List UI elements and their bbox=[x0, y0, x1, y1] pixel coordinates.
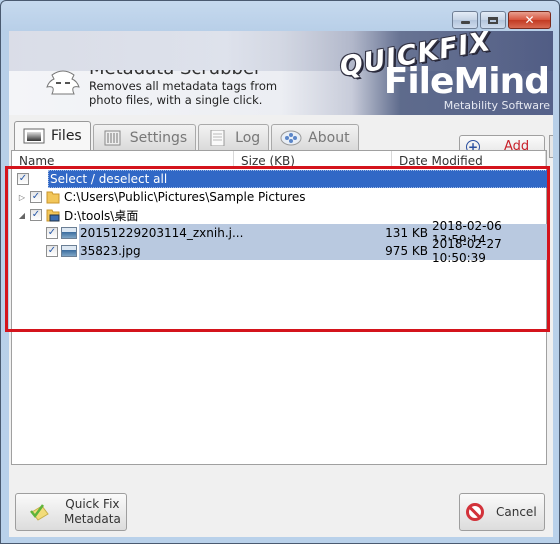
file-name: 20151229203114_zxnih.j... bbox=[80, 226, 244, 240]
folder-icon bbox=[46, 191, 60, 204]
spy-icon bbox=[46, 70, 80, 95]
files-icon bbox=[23, 128, 45, 144]
image-file-icon bbox=[61, 227, 77, 239]
tab-files[interactable]: Files bbox=[14, 121, 91, 150]
close-button[interactable]: ✕ bbox=[508, 11, 551, 29]
cancel-icon bbox=[466, 503, 484, 521]
file-date: 2018-02-27 10:50:39 bbox=[432, 237, 502, 265]
file-size: 975 KB bbox=[385, 244, 428, 258]
about-icon bbox=[280, 130, 302, 145]
file-size: 131 KB bbox=[385, 226, 428, 240]
window-controls: ✕ bbox=[452, 11, 551, 29]
select-all-label: Select / deselect all bbox=[50, 172, 168, 186]
header-banner: Metadata Scrubber Removes all metadata t… bbox=[9, 31, 553, 115]
folder-path: C:\Users\Public\Pictures\Sample Pictures bbox=[64, 190, 306, 204]
collapse-icon[interactable]: ◢ bbox=[18, 211, 26, 220]
folder-row[interactable]: ▷ ✓ C:\Users\Public\Pictures\Sample Pict… bbox=[18, 188, 306, 206]
tab-log[interactable]: Log bbox=[198, 124, 270, 150]
app-window: ✕ Metadata Scrubber Removes all metadata… bbox=[0, 0, 560, 544]
file-row[interactable]: ✓ 35823.jpg 975 KB 2018-02-27 10:50:39 bbox=[46, 237, 546, 265]
close-icon: ✕ bbox=[524, 13, 535, 27]
cancel-label: Cancel bbox=[496, 505, 537, 519]
tab-log-label: Log bbox=[235, 129, 261, 146]
folder-row[interactable]: ◢ ✓ D:\tools\桌面 bbox=[18, 206, 138, 224]
column-size[interactable]: Size (KB) bbox=[234, 151, 392, 169]
cancel-button[interactable]: Cancel bbox=[459, 493, 545, 531]
secondary-toolbar-button[interactable] bbox=[549, 135, 553, 158]
settings-icon bbox=[104, 130, 121, 145]
tab-about-label: About bbox=[308, 129, 350, 146]
brand-logo-filemind: FileMind bbox=[383, 61, 550, 102]
quick-fix-metadata-button[interactable]: Quick Fix Metadata bbox=[15, 493, 127, 531]
quick-fix-label-line2: Metadata bbox=[64, 512, 121, 526]
select-all-checkbox[interactable]: ✓ bbox=[17, 173, 29, 185]
tab-about[interactable]: About bbox=[271, 124, 359, 150]
maximize-icon bbox=[488, 16, 498, 24]
tab-bar: Files Settings Log About bbox=[14, 120, 361, 150]
main-content: Files Settings Log About + Add Name Size… bbox=[9, 115, 553, 537]
quick-fix-label-line1: Quick Fix bbox=[65, 497, 120, 511]
tab-settings-label: Settings bbox=[129, 129, 188, 146]
file-list-panel: Name Size (KB) Date Modified ✓ Select / … bbox=[11, 150, 548, 465]
tab-settings[interactable]: Settings bbox=[92, 124, 197, 150]
file-name: 35823.jpg bbox=[80, 244, 141, 258]
file-checkbox[interactable]: ✓ bbox=[46, 245, 58, 257]
maximize-button[interactable] bbox=[480, 11, 506, 29]
column-date-modified[interactable]: Date Modified bbox=[392, 151, 546, 169]
folder-path: D:\tools\桌面 bbox=[64, 208, 139, 223]
app-description: Removes all metadata tags from photo fil… bbox=[89, 79, 278, 107]
folder-checkbox[interactable]: ✓ bbox=[30, 191, 42, 203]
minimize-button[interactable] bbox=[452, 11, 478, 29]
column-header: Name Size (KB) Date Modified bbox=[12, 151, 546, 169]
folder-checkbox[interactable]: ✓ bbox=[30, 209, 42, 221]
brand-company: Metability Software bbox=[443, 99, 550, 112]
image-file-icon bbox=[61, 245, 77, 257]
desktop-folder-icon bbox=[46, 209, 60, 222]
column-name[interactable]: Name bbox=[12, 151, 234, 169]
expand-icon[interactable]: ▷ bbox=[18, 193, 26, 202]
minimize-icon bbox=[460, 21, 470, 24]
tab-files-label: Files bbox=[51, 128, 82, 144]
checkmark-icon bbox=[30, 504, 49, 521]
log-icon bbox=[210, 129, 225, 146]
quick-fix-label: Quick Fix Metadata bbox=[64, 497, 121, 527]
select-all-row[interactable]: ✓ Select / deselect all bbox=[12, 170, 548, 188]
file-checkbox[interactable]: ✓ bbox=[46, 227, 58, 239]
